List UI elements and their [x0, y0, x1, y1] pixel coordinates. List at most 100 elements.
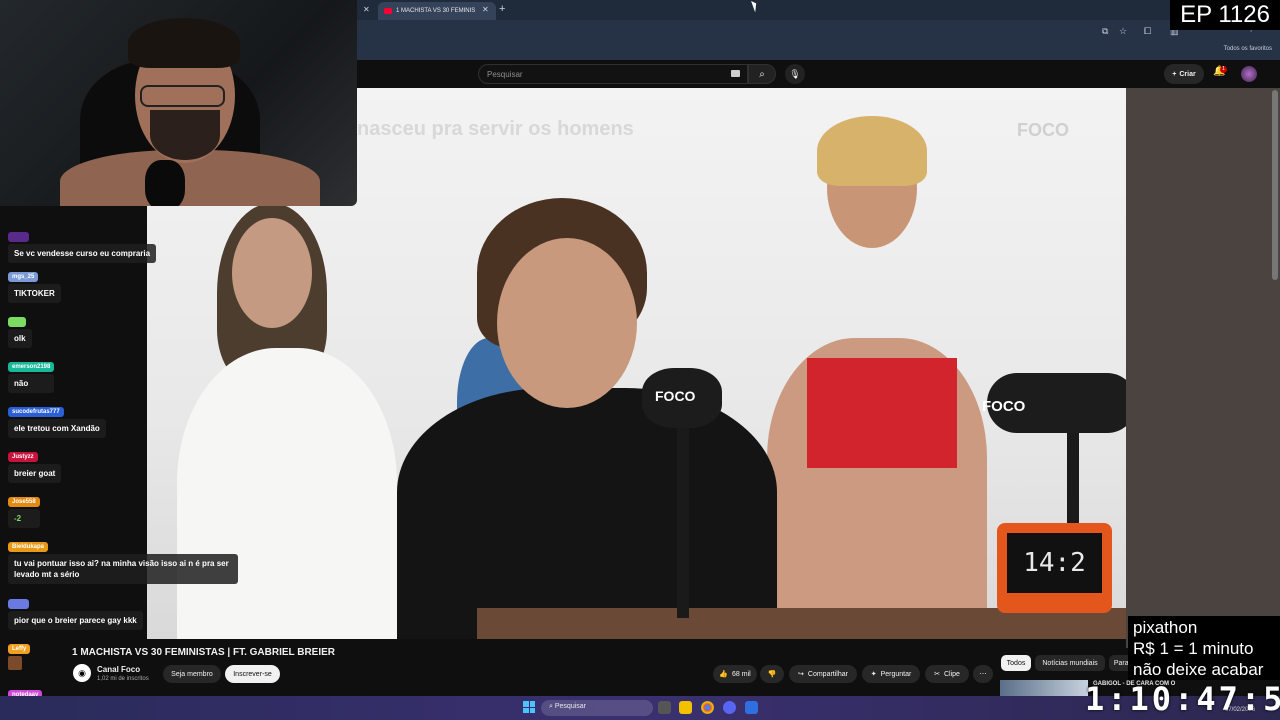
episode-label: EP 1126	[1170, 0, 1280, 30]
chat-text: tu vai pontuar isso ai? na minha visão i…	[8, 554, 238, 584]
pixathon-title: pixathon	[1133, 618, 1198, 637]
webcam-microphone	[145, 160, 185, 206]
video-person-center	[397, 388, 777, 639]
all-bookmarks-link[interactable]: Todos os favoritos	[1224, 46, 1272, 52]
notification-badge: 1	[1220, 66, 1227, 73]
new-tab-icon[interactable]: +	[499, 3, 505, 15]
video-channel-watermark: FOCO	[1017, 120, 1069, 140]
avatar[interactable]	[1241, 66, 1257, 82]
search-icon: ⌕	[759, 68, 765, 80]
video-caption-overlay: nasceu pra servir os homens	[357, 118, 634, 140]
keyboard-icon[interactable]	[731, 70, 740, 77]
subscriber-count: 1,02 mi de inscritos	[97, 676, 149, 682]
subscribe-button[interactable]: Inscrever-se	[225, 665, 280, 683]
create-label: Criar	[1179, 70, 1196, 78]
more-icon: ⋯	[979, 671, 987, 678]
stream-countdown: 1:10:47:55	[1085, 680, 1280, 718]
video-person-right-top	[807, 358, 957, 468]
webcam-hair	[128, 18, 240, 68]
recommendations-panel	[1126, 88, 1280, 648]
chat-username	[8, 317, 27, 327]
scrollbar[interactable]	[1272, 90, 1278, 280]
task-view-icon[interactable]	[658, 701, 671, 714]
chat-message: Bieldukapa tu vai pontuar isso ai? na mi…	[8, 535, 238, 584]
chat-text: pior que o breier parece gay kkk	[8, 611, 143, 630]
chip-all[interactable]: Todos	[1001, 655, 1031, 671]
extensions-icon[interactable]: ⧠	[1144, 26, 1151, 37]
chat-username	[8, 599, 30, 609]
browser-tab-active[interactable]: 1 MACHISTA VS 30 FEMINIS	[378, 2, 496, 20]
chat-text: Se vc vendesse curso eu compraria	[8, 244, 157, 263]
create-button[interactable]: + Criar	[1164, 64, 1204, 84]
clip-button[interactable]: ✂ Clipe	[925, 665, 969, 683]
chat-message: emerson2198 não	[8, 355, 55, 393]
video-timer-display: 14:2	[1007, 533, 1102, 593]
microphone-icon: 🎙	[789, 68, 801, 79]
chip-world-news[interactable]: Notícias mundiais	[1035, 655, 1105, 671]
video-mic-stand	[677, 418, 689, 618]
close-tab-icon[interactable]: ✕	[482, 5, 489, 14]
install-app-icon[interactable]: ⧉	[1102, 26, 1108, 37]
sparkle-icon: ✦	[870, 671, 877, 678]
chat-text: olk	[8, 329, 32, 348]
chrome-icon[interactable]	[701, 701, 714, 714]
search-button[interactable]: ⌕	[748, 64, 776, 84]
taskbar-search-label: Pesquisar	[554, 703, 587, 710]
channel-avatar[interactable]: ◉	[73, 664, 91, 682]
chat-text: não	[8, 374, 55, 393]
share-button[interactable]: ↪ Compartilhar	[789, 665, 857, 683]
chat-message: Se vc vendesse curso eu compraria	[8, 225, 157, 263]
chat-username: Bieldukapa	[8, 542, 49, 552]
chat-message: Jose558 -2	[8, 490, 40, 528]
chat-username: mgs_25	[8, 272, 39, 282]
video-person-left-head	[232, 218, 312, 328]
channel-name[interactable]: Canal Foco	[97, 665, 140, 674]
search-input[interactable]: Pesquisar	[478, 64, 748, 84]
youtube-favicon-icon	[384, 8, 392, 14]
join-button[interactable]: Seja membro	[163, 665, 221, 683]
discord-icon[interactable]	[723, 701, 736, 714]
clip-label: Clipe	[943, 670, 960, 678]
chat-message: Leffy	[8, 637, 31, 670]
like-button[interactable]: 👍 68 mil	[713, 665, 757, 683]
file-explorer-icon[interactable]	[679, 701, 692, 714]
taskbar-search[interactable]: ⌕ Pesquisar	[541, 700, 653, 716]
bookmark-star-icon[interactable]: ☆	[1119, 26, 1127, 37]
ask-button[interactable]: ✦ Perguntar	[862, 665, 920, 683]
pixathon-cta: não deixe acabar	[1133, 660, 1264, 679]
chat-username: sucodefrutas777	[8, 407, 64, 417]
chat-message: pior que o breier parece gay kkk	[8, 592, 143, 630]
chat-emote	[8, 656, 22, 670]
chat-username: Justyzz	[8, 452, 38, 462]
webcam-beard	[150, 110, 220, 160]
share-icon: ↪	[798, 671, 804, 678]
chat-username: emerson2198	[8, 362, 55, 372]
like-count: 68 mil	[732, 670, 751, 678]
chat-text: ele tretou com Xandão	[8, 419, 106, 438]
ask-label: Perguntar	[880, 670, 912, 678]
video-person-center-head	[497, 238, 637, 408]
thumbs-up-icon: 👍	[719, 671, 729, 678]
chat-text: breier goat	[8, 464, 62, 483]
windows-start-icon[interactable]	[523, 701, 535, 713]
chat-message: sucodefrutas777 ele tretou com Xandão	[8, 400, 106, 438]
chat-message: mgs_25 TIKTOKER	[8, 265, 61, 303]
dislike-button[interactable]: 👎	[760, 665, 784, 683]
chat-text: -2	[8, 509, 40, 528]
more-actions-button[interactable]: ⋯	[973, 665, 993, 683]
mic-brand-logo: FOCO	[655, 388, 696, 404]
scissors-icon: ✂	[934, 671, 940, 678]
voice-search-button[interactable]: 🎙	[785, 64, 805, 84]
video-person-right-hair	[817, 116, 927, 186]
stream-chat: Se vc vendesse curso eu compraria mgs_25…	[0, 215, 240, 720]
mic-brand-logo: FOCO	[982, 398, 1026, 415]
thumbs-down-icon: 👎	[767, 671, 777, 678]
webcam-glasses	[140, 85, 225, 107]
share-label: Compartilhar	[807, 670, 848, 678]
streamer-webcam	[0, 0, 357, 206]
app-icon[interactable]	[745, 701, 758, 714]
close-tab-icon[interactable]: ✕	[363, 5, 370, 14]
chat-message: Justyzz breier goat	[8, 445, 62, 483]
chat-username	[8, 232, 30, 242]
tab-title: 1 MACHISTA VS 30 FEMINIS	[396, 8, 476, 14]
